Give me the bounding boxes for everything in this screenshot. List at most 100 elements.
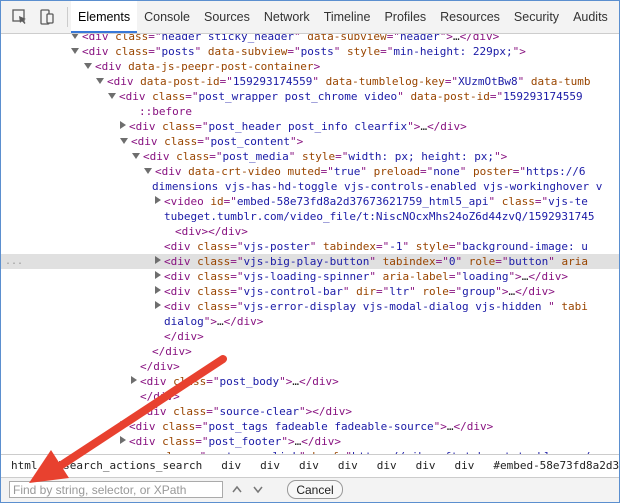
- collapsed-triangle-icon[interactable]: [155, 301, 161, 309]
- tab-resources[interactable]: Resources: [433, 1, 507, 33]
- dom-node[interactable]: </div>: [1, 389, 180, 404]
- dom-node[interactable]: <div class="vjs-error-display vjs-modal-…: [1, 299, 588, 314]
- dom-node[interactable]: dimensions vjs-has-hd-toggle vjs-control…: [1, 179, 602, 194]
- token: ">: [494, 150, 508, 163]
- collapsed-triangle-icon[interactable]: [155, 271, 161, 279]
- collapsed-triangle-icon[interactable]: [120, 421, 126, 429]
- dom-node[interactable]: <div class="header sticky_header" data-s…: [1, 34, 499, 44]
- search-previous-icon[interactable]: [228, 481, 246, 498]
- cancel-button[interactable]: Cancel: [287, 480, 343, 499]
- dom-node[interactable]: <div></div>: [1, 224, 248, 239]
- tab-security[interactable]: Security: [507, 1, 566, 33]
- dom-node[interactable]: </div>: [1, 344, 192, 359]
- dom-node[interactable]: <div class="post_content">: [1, 134, 303, 149]
- collapsed-triangle-icon[interactable]: [155, 256, 161, 264]
- collapsed-triangle-icon[interactable]: [155, 286, 161, 294]
- dom-node[interactable]: </div>: [1, 359, 180, 374]
- token: dimensions vjs-has-hd-toggle vjs-control…: [152, 180, 603, 193]
- breadcrumb-item[interactable]: div: [367, 455, 406, 477]
- token: =": [195, 420, 209, 433]
- collapsed-triangle-icon[interactable]: [131, 376, 137, 384]
- dom-node[interactable]: <div class="vjs-loading-spinner" aria-la…: [1, 269, 568, 284]
- collapsed-triangle-icon[interactable]: [120, 121, 126, 129]
- collapsed-triangle-icon[interactable]: [155, 196, 161, 204]
- selected-marker: ...: [5, 256, 24, 267]
- dom-node[interactable]: <div data-post-id="159293174559" data-tu…: [1, 74, 591, 89]
- expanded-triangle-icon[interactable]: [71, 48, 79, 54]
- token: =": [195, 120, 209, 133]
- breadcrumb-item[interactable]: div: [406, 455, 445, 477]
- dom-node[interactable]: dialog">…</div>: [1, 314, 263, 329]
- tab-console[interactable]: Console: [137, 1, 197, 33]
- dom-node[interactable]: <div class="post_header post_info clearf…: [1, 119, 467, 134]
- tab-network[interactable]: Network: [257, 1, 317, 33]
- token: ">: [512, 45, 526, 58]
- device-mode-icon[interactable]: [38, 8, 56, 26]
- token: class: [173, 375, 207, 388]
- token: data-js-peepr-post-container: [128, 60, 314, 73]
- dom-node[interactable]: <div class="post_tags fadeable fadeable-…: [1, 419, 493, 434]
- collapsed-triangle-icon[interactable]: [120, 436, 126, 444]
- dom-node[interactable]: <div class="vjs-control-bar" dir="ltr" r…: [1, 284, 555, 299]
- token: =": [448, 285, 463, 298]
- tab-profiles[interactable]: Profiles: [377, 1, 433, 33]
- token: posts: [300, 45, 334, 58]
- breadcrumb: html #search_actions_search div div div div di…: [1, 454, 619, 477]
- token: ": [309, 240, 323, 253]
- expanded-triangle-icon[interactable]: [132, 153, 140, 159]
- token: style: [415, 240, 449, 253]
- dom-node[interactable]: ::before: [1, 104, 192, 119]
- breadcrumb-item[interactable]: #search_actions_search: [47, 455, 212, 477]
- token: -1: [389, 240, 403, 253]
- dom-node[interactable]: <div class="post_body">…</div>: [1, 374, 339, 389]
- breadcrumb-item[interactable]: div: [250, 455, 289, 477]
- token: post_footer: [208, 435, 282, 448]
- token: =": [287, 45, 301, 58]
- expanded-triangle-icon[interactable]: [120, 138, 128, 144]
- dom-node[interactable]: <div class="vjs-poster" tabindex="-1" st…: [1, 239, 588, 254]
- dom-node[interactable]: <div class="post_media" style="width: px…: [1, 149, 507, 164]
- dom-node[interactable]: <div class="post_wrapper post_chrome vid…: [1, 89, 583, 104]
- token: <div: [82, 45, 116, 58]
- token: class: [197, 270, 231, 283]
- expanded-triangle-icon[interactable]: [108, 93, 116, 99]
- expanded-triangle-icon[interactable]: [96, 78, 104, 84]
- dom-node[interactable]: <div data-crt-video muted="true" preload…: [1, 164, 586, 179]
- tab-audits[interactable]: Audits: [566, 1, 615, 33]
- token: ": [369, 255, 383, 268]
- search-input[interactable]: [9, 481, 223, 498]
- tab-elements[interactable]: Elements: [71, 1, 138, 33]
- token: <div: [95, 60, 129, 73]
- expanded-triangle-icon[interactable]: [71, 34, 79, 39]
- token: <div: [164, 255, 198, 268]
- dom-node[interactable]: <div class="post_footer">…</div>: [1, 434, 341, 449]
- token: =": [419, 165, 434, 178]
- dom-node[interactable]: <div class="posts" data-subview="posts" …: [1, 44, 526, 59]
- dom-node[interactable]: <div class="source-clear"></div>: [1, 404, 352, 419]
- search-next-icon[interactable]: [249, 481, 267, 498]
- breadcrumb-item[interactable]: div: [211, 455, 250, 477]
- token: =": [534, 195, 549, 208]
- token: …: [446, 420, 454, 433]
- inspect-element-icon[interactable]: [11, 8, 29, 26]
- dom-node[interactable]: tubeget.tumblr.com/video_file/t:NiscNOcx…: [1, 209, 594, 224]
- dom-node[interactable]: <video id="embed-58e73fd8a2d37673621759_…: [1, 194, 588, 209]
- expanded-triangle-icon[interactable]: [144, 168, 152, 174]
- token: <div: [164, 300, 198, 313]
- token: =": [335, 150, 349, 163]
- expanded-triangle-icon[interactable]: [84, 63, 92, 69]
- breadcrumb-item[interactable]: div: [444, 455, 483, 477]
- dom-node[interactable]: </div>: [1, 329, 204, 344]
- breadcrumb-item[interactable]: div: [289, 455, 328, 477]
- breadcrumb-item[interactable]: html: [1, 455, 47, 477]
- tab-timeline[interactable]: Timeline: [317, 1, 378, 33]
- dom-node-selected[interactable]: ... <div class="vjs-big-play-button" tabi…: [1, 254, 619, 269]
- breadcrumb-item[interactable]: div: [328, 455, 367, 477]
- token: ">: [281, 435, 295, 448]
- token: class: [173, 405, 207, 418]
- token: =": [148, 34, 162, 43]
- token: dir: [356, 285, 376, 298]
- breadcrumb-item[interactable]: #embed-58e73fd8a2d376736: [483, 455, 619, 477]
- dom-node[interactable]: <div data-js-peepr-post-container>: [1, 59, 320, 74]
- tab-sources[interactable]: Sources: [197, 1, 257, 33]
